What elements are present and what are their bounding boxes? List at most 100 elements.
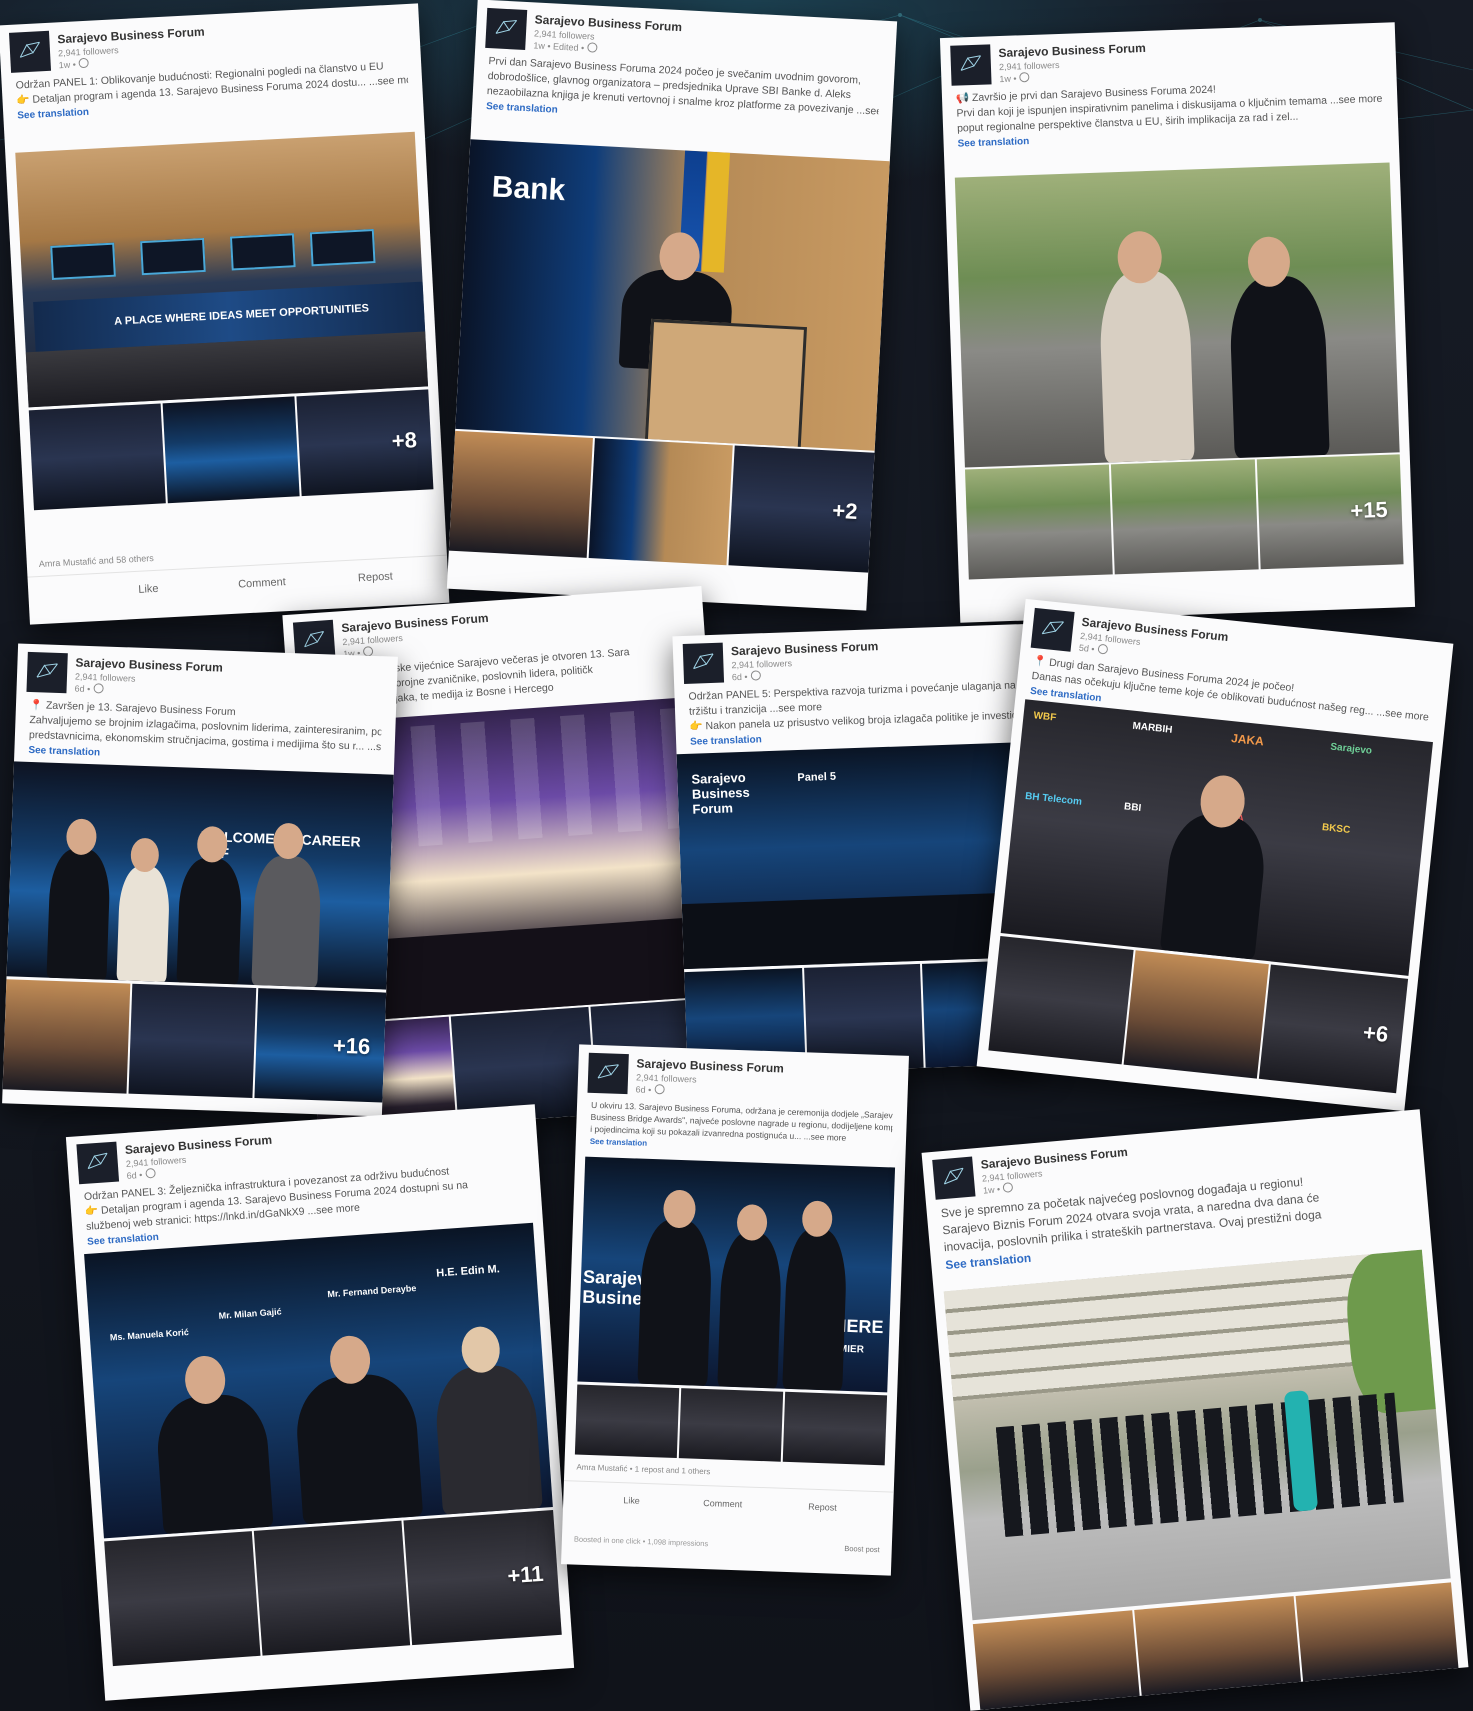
comment-button[interactable]: Comment xyxy=(238,576,286,590)
post-card-panel-1[interactable]: Sarajevo Business Forum 2,941 followers … xyxy=(0,3,450,625)
post-thumbnail[interactable] xyxy=(448,430,593,558)
sponsor-logo: BH Telecom xyxy=(1024,790,1083,808)
globe-icon xyxy=(654,1084,665,1095)
page-avatar[interactable] xyxy=(26,651,68,694)
post-thumbnail[interactable] xyxy=(1123,950,1269,1079)
post-thumbnail[interactable] xyxy=(782,1391,888,1466)
post-time: 6d • xyxy=(732,670,761,682)
post-thumbnail[interactable] xyxy=(965,464,1113,580)
comment-button[interactable]: Comment xyxy=(703,1498,742,1509)
post-thumbnail[interactable] xyxy=(128,983,257,1098)
sponsor-logo: WBF xyxy=(1032,710,1057,724)
page-name[interactable]: Sarajevo Business Forum xyxy=(57,25,205,47)
award-recipient xyxy=(717,1231,783,1389)
post-thumbnail-more[interactable]: +16 xyxy=(254,988,387,1103)
post-thumbnail[interactable] xyxy=(678,1388,784,1462)
page-name[interactable]: Sarajevo Business Forum xyxy=(731,639,879,658)
page-avatar[interactable] xyxy=(1030,607,1075,652)
post-thumbnail[interactable] xyxy=(2,979,131,1094)
side-banner-text: Sarajevo Business xyxy=(582,1266,663,1310)
page-avatar[interactable] xyxy=(76,1141,120,1185)
post-thumbnail[interactable] xyxy=(588,438,733,566)
globe-icon xyxy=(1097,643,1109,655)
like-button[interactable]: Like xyxy=(138,583,159,596)
repost-button[interactable]: Repost xyxy=(808,1502,837,1513)
sbf-logo-icon xyxy=(19,41,40,58)
reactions-summary[interactable]: Amra Mustafić • 1 repost and 1 others xyxy=(576,1463,710,1477)
followers-count: 2,941 followers xyxy=(57,45,119,59)
screen xyxy=(140,237,206,276)
post-main-photo[interactable] xyxy=(943,1249,1451,1621)
globe-icon xyxy=(750,670,761,681)
post-thumbnail[interactable] xyxy=(1295,1582,1459,1682)
post-main-photo[interactable]: WELCOME TO CAREER SBF xyxy=(6,761,394,990)
post-thumbnail-more[interactable]: +6 xyxy=(1258,964,1409,1094)
post-thumbnail[interactable] xyxy=(1134,1596,1302,1696)
person xyxy=(116,865,171,982)
like-button[interactable]: Like xyxy=(623,1495,640,1506)
post-thumbnail[interactable] xyxy=(104,1531,261,1667)
reactions-summary[interactable]: Amra Mustafić and 58 others xyxy=(39,553,154,569)
sponsor-logo: BKSC xyxy=(1321,821,1351,836)
post-thumbnail[interactable] xyxy=(162,396,300,504)
followers-count: 2,941 followers xyxy=(74,671,136,684)
globe-icon xyxy=(93,683,104,694)
woman-in-suit xyxy=(1098,269,1195,463)
page-avatar[interactable] xyxy=(8,30,52,73)
page-avatar[interactable] xyxy=(587,1052,629,1095)
globe-icon xyxy=(144,1167,156,1179)
post-time: 1w • xyxy=(999,72,1030,84)
post-card-day-one-end[interactable]: Sarajevo Business Forum 2,941 followers … xyxy=(939,22,1416,623)
page-avatar[interactable] xyxy=(682,642,725,684)
more-photos-count: +6 xyxy=(1361,1019,1390,1047)
post-card-bridge-awards[interactable]: Sarajevo Business Forum 2,941 followers … xyxy=(561,1044,909,1576)
sbf-logo-icon xyxy=(943,1167,964,1185)
more-photos-count: +8 xyxy=(391,427,418,454)
post-main-photo[interactable]: Sarajevo Business E WHERE A PREMIER xyxy=(577,1156,896,1393)
post-thumbnail-more[interactable]: +11 xyxy=(403,1510,562,1646)
post-card-panel-3[interactable]: Sarajevo Business Forum 2,941 followers … xyxy=(65,1104,575,1701)
post-thumbnail[interactable] xyxy=(574,1384,680,1459)
repost-button[interactable]: Repost xyxy=(358,571,393,585)
post-main-photo[interactable]: Ms. Manuela Korić Mr. Milan Gajić Mr. Fe… xyxy=(84,1222,553,1539)
speaker-name: Ms. Manuela Korić xyxy=(109,1326,190,1343)
post-thumbnail[interactable] xyxy=(28,403,166,511)
boost-post-link[interactable]: Boost post xyxy=(844,1544,880,1554)
post-thumbnail-more[interactable]: +2 xyxy=(728,445,875,573)
post-card-forum-ended[interactable]: Sarajevo Business Forum 2,941 followers … xyxy=(2,643,398,1117)
post-main-photo[interactable]: A PLACE WHERE IDEAS MEET OPPORTUNITIES xyxy=(15,131,429,408)
post-thumbnail[interactable] xyxy=(988,936,1134,1065)
post-thumbnail-more[interactable]: +8 xyxy=(296,389,434,497)
page-name[interactable]: Sarajevo Business Forum xyxy=(998,41,1146,60)
post-time: 1w • xyxy=(983,1182,1014,1196)
person xyxy=(176,857,243,985)
globe-icon xyxy=(1002,1182,1014,1193)
post-main-photo[interactable]: Sarajevo Business Forum Panel 5 xyxy=(676,741,1039,970)
post-card-ready-to-start[interactable]: Sarajevo Business Forum 2,941 followers … xyxy=(921,1109,1469,1711)
sbf-logo-icon xyxy=(304,630,325,648)
post-thumbnail[interactable] xyxy=(972,1610,1140,1710)
post-thumbnail[interactable] xyxy=(1110,459,1259,575)
page-name[interactable]: Sarajevo Business Forum xyxy=(124,1133,272,1157)
post-main-photo[interactable]: WBF MARBIH JAKA Sarajevo BH Telecom BBI … xyxy=(1000,699,1433,976)
post-card-opening-speech[interactable]: Sarajevo Business Forum 2,941 followers … xyxy=(446,0,898,611)
post-thumbnail[interactable] xyxy=(253,1520,411,1656)
post-main-photo[interactable]: Bank xyxy=(455,139,890,451)
award-presenter xyxy=(782,1227,848,1391)
more-photos-count: +16 xyxy=(332,1032,371,1060)
post-card-day-two-start[interactable]: Sarajevo Business Forum 2,941 followers … xyxy=(976,598,1454,1112)
page-avatar[interactable] xyxy=(485,7,528,50)
panelist xyxy=(293,1371,424,1525)
award-presenter xyxy=(637,1218,714,1387)
page-name[interactable]: Sarajevo Business Forum xyxy=(341,611,489,635)
page-avatar[interactable] xyxy=(932,1156,976,1200)
post-thumbnail-more[interactable]: +15 xyxy=(1256,454,1404,570)
forum-logo-text: Sarajevo Business Forum xyxy=(691,769,750,817)
post-time: 1w • Edited • xyxy=(533,39,598,53)
page-avatar[interactable] xyxy=(950,44,992,86)
page-name[interactable]: Sarajevo Business Forum xyxy=(980,1145,1128,1172)
more-photos-count: +2 xyxy=(831,497,859,524)
post-main-photo[interactable] xyxy=(954,162,1400,468)
post-actions: Like Comment Repost xyxy=(562,1480,894,1533)
more-photos-count: +11 xyxy=(506,1560,545,1588)
